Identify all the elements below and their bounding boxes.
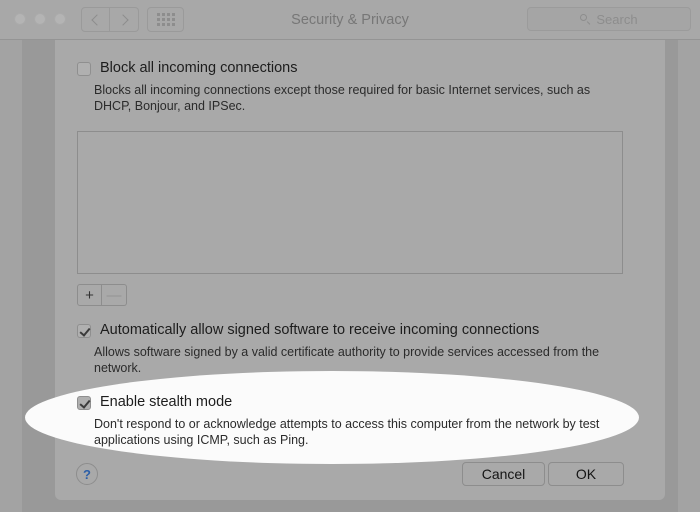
description-line: DHCP, Bonjour, and IPSec. xyxy=(94,99,246,113)
allowed-applications-list[interactable] xyxy=(77,131,623,274)
block-all-incoming-connections-label: Block all incoming connections xyxy=(100,60,298,76)
ok-button[interactable]: OK xyxy=(548,462,624,486)
help-button[interactable]: ? xyxy=(76,463,98,485)
block-all-incoming-connections-checkbox-row[interactable]: Block all incoming connections xyxy=(77,60,297,77)
cancel-button[interactable]: Cancel xyxy=(462,462,545,486)
enable-stealth-mode-label: Enable stealth mode xyxy=(100,394,233,410)
add-application-button[interactable]: + xyxy=(77,284,102,306)
remove-application-button[interactable]: — xyxy=(102,284,127,306)
block-all-incoming-connections-checkbox[interactable] xyxy=(77,62,91,76)
list-add-remove-controls: + — xyxy=(77,284,127,306)
enable-stealth-mode-checkbox-row[interactable]: Enable stealth mode xyxy=(77,394,232,411)
auto-allow-signed-software-checkbox[interactable] xyxy=(77,324,91,338)
description-line: Allows software signed by a valid certif… xyxy=(94,345,600,359)
auto-allow-signed-software-checkbox-row[interactable]: Automatically allow signed software to r… xyxy=(77,322,539,339)
description-line: Don't respond to or acknowledge attempts… xyxy=(94,417,600,431)
auto-allow-signed-software-description: Allows software signed by a valid certif… xyxy=(94,344,624,376)
block-all-incoming-connections-description: Blocks all incoming connections except t… xyxy=(94,82,614,114)
sheet-content: Block all incoming connections Blocks al… xyxy=(0,0,700,512)
description-line: Blocks all incoming connections except t… xyxy=(94,83,591,97)
auto-allow-signed-software-label: Automatically allow signed software to r… xyxy=(100,322,540,338)
enable-stealth-mode-description: Don't respond to or acknowledge attempts… xyxy=(94,416,619,448)
description-line: applications using ICMP, such as Ping. xyxy=(94,433,309,447)
description-line: network. xyxy=(94,361,142,375)
enable-stealth-mode-checkbox[interactable] xyxy=(77,396,91,410)
screen: Security & Privacy Search Block all inco… xyxy=(0,0,700,512)
